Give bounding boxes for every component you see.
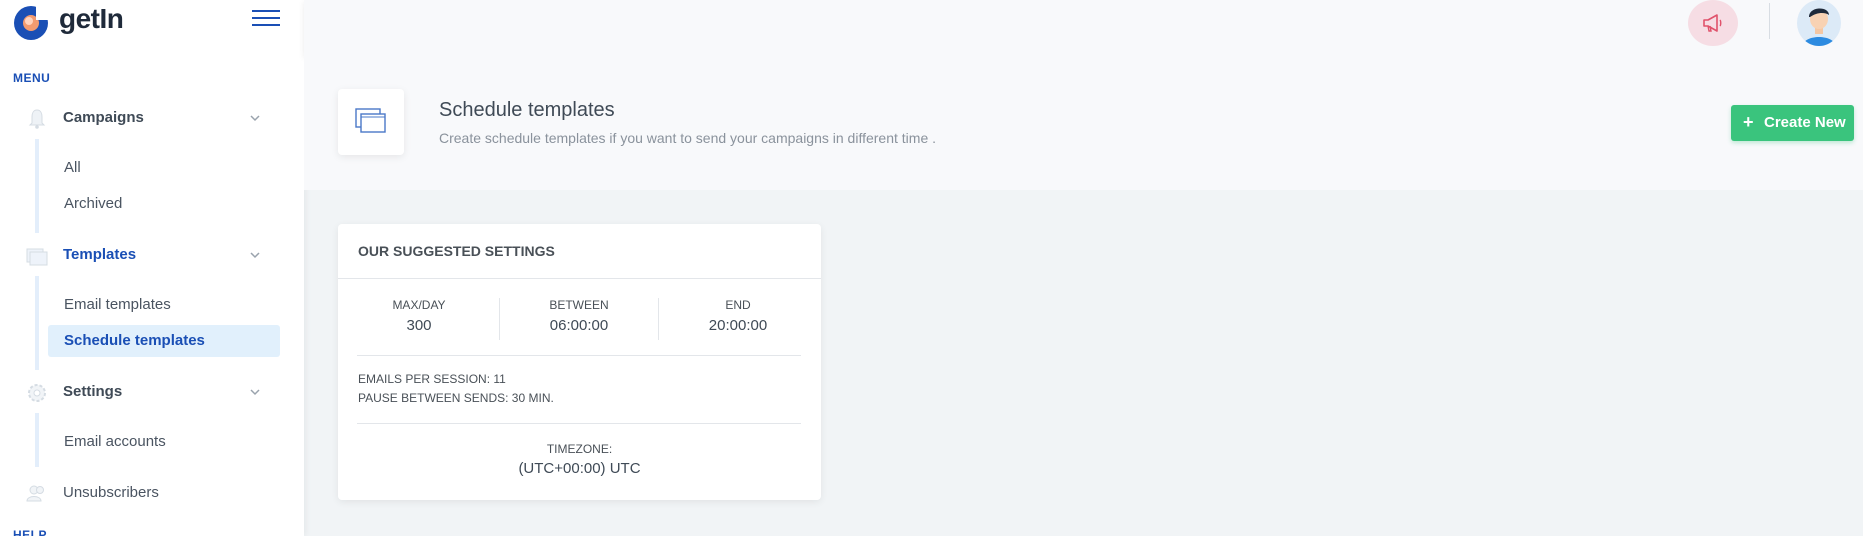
chevron-down-icon	[250, 389, 260, 396]
card-divider	[357, 355, 801, 356]
timezone-value: (UTC+00:00) UTC	[518, 460, 641, 477]
sidebar: getIn MENU Campaigns All Archived Templa…	[0, 0, 304, 536]
sidebar-group-label: Settings	[63, 383, 123, 400]
end-value: 20:00:00	[708, 317, 768, 334]
create-new-label: Create New	[1764, 114, 1846, 131]
emails-per-session: EMAILS PER SESSION: 11	[358, 372, 506, 386]
submenu-line	[35, 139, 39, 233]
page-icon-box	[338, 89, 404, 155]
between-stat: BETWEEN 06:00:00	[504, 298, 654, 334]
sidebar-item-label: Email templates	[64, 296, 171, 313]
sidebar-item-label: Unsubscribers	[63, 484, 159, 501]
user-avatar-icon[interactable]	[1797, 0, 1841, 46]
logo-icon	[14, 4, 50, 40]
sidebar-item-archived[interactable]: Archived	[48, 188, 280, 220]
logo-row: getIn	[0, 0, 304, 56]
sidebar-item-label: All	[64, 159, 81, 176]
end-label: END	[725, 298, 751, 312]
timezone-label: TIMEZONE:	[546, 442, 613, 456]
page-title: Schedule templates	[439, 99, 615, 121]
sidebar-item-label: Email accounts	[64, 433, 166, 450]
sidebar-item-all[interactable]: All	[48, 152, 280, 184]
sidebar-group-label: Templates	[63, 246, 137, 263]
submenu-line	[35, 413, 39, 467]
sidebar-item-label: Archived	[64, 195, 123, 212]
page-subtitle: Create schedule templates if you want to…	[439, 130, 937, 146]
create-new-button[interactable]: + Create New	[1731, 105, 1854, 141]
sidebar-group-templates[interactable]: Templates	[0, 235, 304, 275]
sidebar-item-email-templates[interactable]: Email templates	[48, 289, 280, 321]
topbar-divider	[1769, 3, 1770, 39]
window-icon	[26, 248, 48, 266]
window-icon	[355, 108, 386, 133]
page-header	[304, 56, 1863, 190]
pause-between-sends: PAUSE BETWEEN SENDS: 30 MIN.	[358, 391, 554, 405]
megaphone-icon	[1703, 14, 1722, 32]
card-title: OUR SUGGESTED SETTINGS	[358, 243, 555, 259]
gear-icon	[28, 384, 46, 402]
stat-divider	[499, 298, 500, 340]
card-divider	[357, 423, 801, 424]
chevron-down-icon	[250, 252, 260, 259]
max-day-value: 300	[406, 317, 432, 334]
sidebar-item-schedule-templates[interactable]: Schedule templates	[48, 325, 280, 357]
bell-icon	[28, 109, 46, 129]
sidebar-group-settings[interactable]: Settings	[0, 372, 304, 412]
between-label: BETWEEN	[549, 298, 609, 312]
chevron-down-icon	[250, 115, 260, 122]
max-day-label: MAX/DAY	[392, 298, 446, 312]
sidebar-group-campaigns[interactable]: Campaigns	[0, 98, 304, 138]
end-stat: END 20:00:00	[663, 298, 813, 334]
plus-icon: +	[1743, 112, 1754, 132]
sidebar-item-label: Schedule templates	[64, 332, 205, 349]
between-value: 06:00:00	[549, 317, 609, 334]
submenu-line	[35, 276, 39, 370]
max-day-stat: MAX/DAY 300	[344, 298, 494, 334]
hamburger-menu-icon[interactable]	[252, 10, 282, 32]
card-header: OUR SUGGESTED SETTINGS	[338, 224, 821, 279]
sidebar-item-unsubscribers[interactable]: Unsubscribers	[0, 474, 304, 510]
notifications-button[interactable]	[1688, 0, 1738, 46]
sidebar-group-label: Campaigns	[63, 109, 144, 126]
sidebar-item-email-accounts[interactable]: Email accounts	[48, 426, 280, 458]
avatar-image	[1803, 8, 1835, 46]
suggested-settings-card: OUR SUGGESTED SETTINGS MAX/DAY 300 BETWE…	[338, 224, 821, 500]
stat-divider	[658, 298, 659, 340]
help-section-title: HELP	[13, 528, 48, 536]
users-icon	[26, 485, 44, 502]
menu-section-title: MENU	[13, 71, 51, 85]
app-name: getIn	[59, 3, 124, 34]
top-bar	[304, 0, 1863, 56]
